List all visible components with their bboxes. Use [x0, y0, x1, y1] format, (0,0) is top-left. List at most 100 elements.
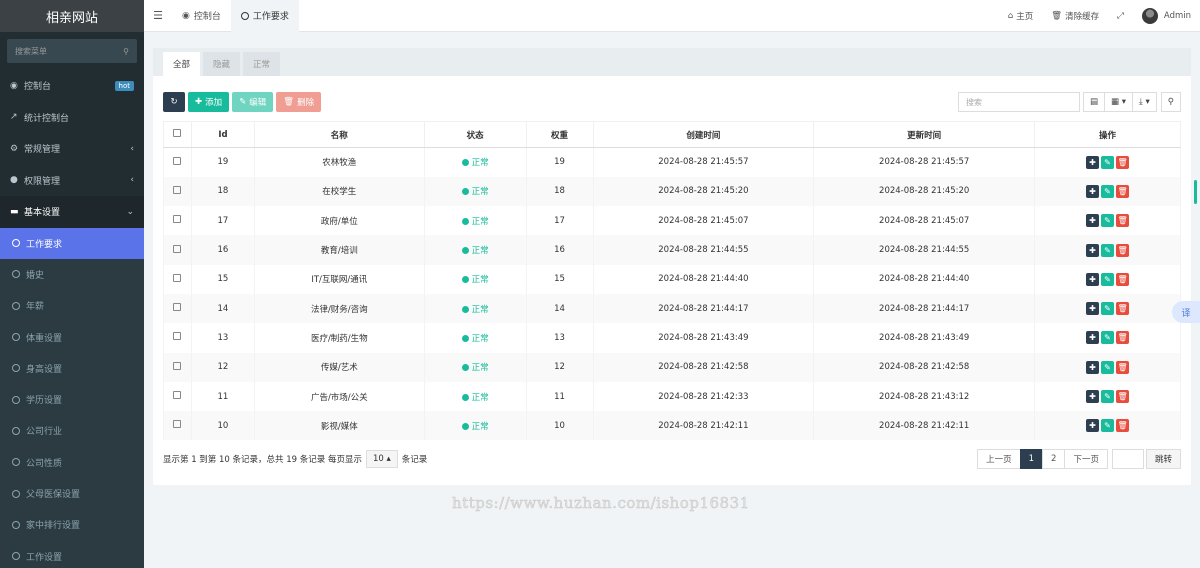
row-edit-button[interactable]: ✎	[1101, 390, 1115, 404]
tab-work-requirement[interactable]: 工作要求	[230, 0, 299, 32]
drag-sort-button[interactable]: ✚	[1086, 184, 1100, 198]
row-edit-button[interactable]: ✎	[1101, 272, 1115, 286]
menu-search-input[interactable]: 搜索菜单 ⚲	[7, 39, 137, 63]
row-edit-button[interactable]: ✎	[1101, 155, 1115, 169]
sidebar-item-dashboard[interactable]: ◉ 控制台 hot	[0, 70, 144, 102]
user-menu[interactable]: Admin	[1133, 7, 1200, 24]
scroll-indicator[interactable]	[1194, 180, 1197, 204]
row-delete-button[interactable]: 🗑	[1116, 272, 1130, 286]
table-row[interactable]: 13 医疗/制药/生物 正常 13 2024-08-28 21:43:49 2024-08…	[163, 323, 1181, 353]
site-logo[interactable]: 相亲网站	[0, 0, 144, 32]
columns-button[interactable]: ▦ ▾	[1104, 92, 1134, 112]
edit-button[interactable]: ✎ 编辑	[232, 92, 274, 112]
submenu-item-family-rank[interactable]: 家中排行设置	[0, 509, 144, 540]
row-checkbox[interactable]	[173, 332, 182, 341]
select-all-header[interactable]	[163, 121, 192, 148]
submenu-item-parent-insurance[interactable]: 父母医保设置	[0, 478, 144, 509]
prev-page-button[interactable]: 上一页	[977, 449, 1021, 469]
submenu-item-company-type[interactable]: 公司性质	[0, 447, 144, 478]
drag-sort-button[interactable]: ✚	[1086, 390, 1100, 404]
refresh-button[interactable]: ↻	[163, 92, 185, 112]
submenu-item-height[interactable]: 身高设置	[0, 353, 144, 384]
table-row[interactable]: 10 影视/媒体 正常 10 2024-08-28 21:42:11 2024-08-28…	[163, 411, 1181, 441]
column-header-created[interactable]: 创建时间	[592, 121, 815, 148]
drag-sort-button[interactable]: ✚	[1086, 272, 1100, 286]
page-size-select[interactable]: 10 ▴	[365, 450, 398, 468]
cell-status[interactable]: 正常	[423, 206, 527, 236]
table-row[interactable]: 14 法律/财务/咨询 正常 14 2024-08-28 21:44:17 2024-08…	[163, 293, 1181, 324]
drag-sort-button[interactable]: ✚	[1086, 302, 1100, 316]
column-header-name[interactable]: 名称	[253, 121, 425, 148]
select-all-checkbox[interactable]	[173, 129, 182, 137]
row-checkbox-cell[interactable]	[163, 323, 192, 353]
fullscreen-button[interactable]: ⤢	[1108, 11, 1133, 21]
row-delete-button[interactable]: 🗑	[1116, 302, 1130, 316]
cell-status[interactable]: 正常	[423, 264, 527, 294]
sidebar-item-permission[interactable]: ● 权限管理 ‹	[0, 165, 144, 197]
row-edit-button[interactable]: ✎	[1101, 184, 1115, 198]
table-row[interactable]: 16 教育/培训 正常 16 2024-08-28 21:44:55 2024-08-28…	[163, 235, 1181, 265]
tab-normal[interactable]: 正常	[243, 52, 281, 76]
tab-all[interactable]: 全部	[163, 52, 201, 76]
sidebar-item-general[interactable]: ⚙ 常规管理 ‹	[0, 133, 144, 165]
page-2-button[interactable]: 2	[1042, 449, 1066, 469]
row-checkbox[interactable]	[173, 244, 182, 253]
page-jump-input[interactable]	[1111, 449, 1144, 469]
row-checkbox[interactable]	[173, 185, 182, 194]
drag-sort-button[interactable]: ✚	[1086, 155, 1100, 169]
row-checkbox[interactable]	[173, 303, 182, 312]
submenu-item-industry[interactable]: 公司行业	[0, 415, 144, 446]
row-edit-button[interactable]: ✎	[1101, 302, 1115, 316]
cell-status[interactable]: 正常	[423, 176, 527, 207]
sidebar-item-basic-settings[interactable]: ▬ 基本设置 ⌄	[0, 196, 144, 228]
tab-dashboard[interactable]: ◉ 控制台	[172, 0, 231, 32]
row-checkbox-cell[interactable]	[163, 293, 192, 324]
row-checkbox-cell[interactable]	[163, 352, 192, 382]
translate-button[interactable]: 译	[1172, 301, 1200, 323]
row-checkbox-cell[interactable]	[163, 411, 192, 441]
row-delete-button[interactable]: 🗑	[1116, 243, 1130, 257]
submenu-item-marital-history[interactable]: 婚史	[0, 259, 144, 290]
submenu-item-annual-salary[interactable]: 年薪	[0, 290, 144, 321]
drag-sort-button[interactable]: ✚	[1086, 243, 1100, 257]
toggle-view-button[interactable]: ▤	[1083, 92, 1106, 112]
row-checkbox-cell[interactable]	[163, 235, 192, 265]
column-header-status[interactable]: 状态	[423, 121, 527, 148]
row-delete-button[interactable]: 🗑	[1116, 155, 1130, 169]
page-1-button[interactable]: 1	[1019, 449, 1044, 469]
export-button[interactable]: ⤓ ▾	[1132, 92, 1157, 112]
row-checkbox[interactable]	[173, 420, 182, 429]
column-header-updated[interactable]: 更新时间	[813, 121, 1036, 148]
row-edit-button[interactable]: ✎	[1101, 214, 1115, 228]
table-row[interactable]: 12 传媒/艺术 正常 12 2024-08-28 21:42:58 2024-08-28…	[163, 352, 1181, 382]
sidebar-item-statistics[interactable]: ↗ 统计控制台	[0, 102, 144, 134]
cell-status[interactable]: 正常	[423, 323, 527, 353]
row-checkbox[interactable]	[173, 391, 182, 400]
row-checkbox[interactable]	[173, 215, 182, 224]
table-row[interactable]: 19 农林牧渔 正常 19 2024-08-28 21:45:57 2024-08-28 …	[163, 147, 1181, 177]
home-link[interactable]: ⌂ 主页	[999, 10, 1042, 22]
row-edit-button[interactable]: ✎	[1101, 419, 1115, 433]
row-delete-button[interactable]: 🗑	[1116, 214, 1130, 228]
row-checkbox[interactable]	[173, 273, 182, 282]
row-checkbox-cell[interactable]	[163, 176, 192, 207]
row-checkbox-cell[interactable]	[163, 264, 192, 294]
cell-status[interactable]: 正常	[423, 235, 527, 265]
cell-status[interactable]: 正常	[423, 147, 527, 177]
column-header-id[interactable]: Id	[190, 121, 255, 148]
row-edit-button[interactable]: ✎	[1101, 331, 1115, 345]
drag-sort-button[interactable]: ✚	[1086, 419, 1100, 433]
table-row[interactable]: 17 政府/单位 正常 17 2024-08-28 21:45:07 2024-08-28…	[163, 206, 1181, 236]
clear-cache-button[interactable]: 🗑 清除缓存	[1042, 10, 1108, 22]
cell-status[interactable]: 正常	[423, 381, 527, 412]
drag-sort-button[interactable]: ✚	[1086, 214, 1100, 228]
jump-button[interactable]: 跳转	[1145, 449, 1181, 469]
row-delete-button[interactable]: 🗑	[1116, 390, 1130, 404]
row-checkbox[interactable]	[173, 361, 182, 370]
table-row[interactable]: 11 广告/市场/公关 正常 11 2024-08-28 21:42:33 2024-08…	[163, 381, 1181, 412]
cell-status[interactable]: 正常	[423, 293, 527, 324]
row-delete-button[interactable]: 🗑	[1116, 331, 1130, 345]
drag-sort-button[interactable]: ✚	[1086, 331, 1100, 345]
menu-toggle-icon[interactable]: ☰	[144, 9, 172, 22]
row-checkbox-cell[interactable]	[163, 206, 192, 236]
